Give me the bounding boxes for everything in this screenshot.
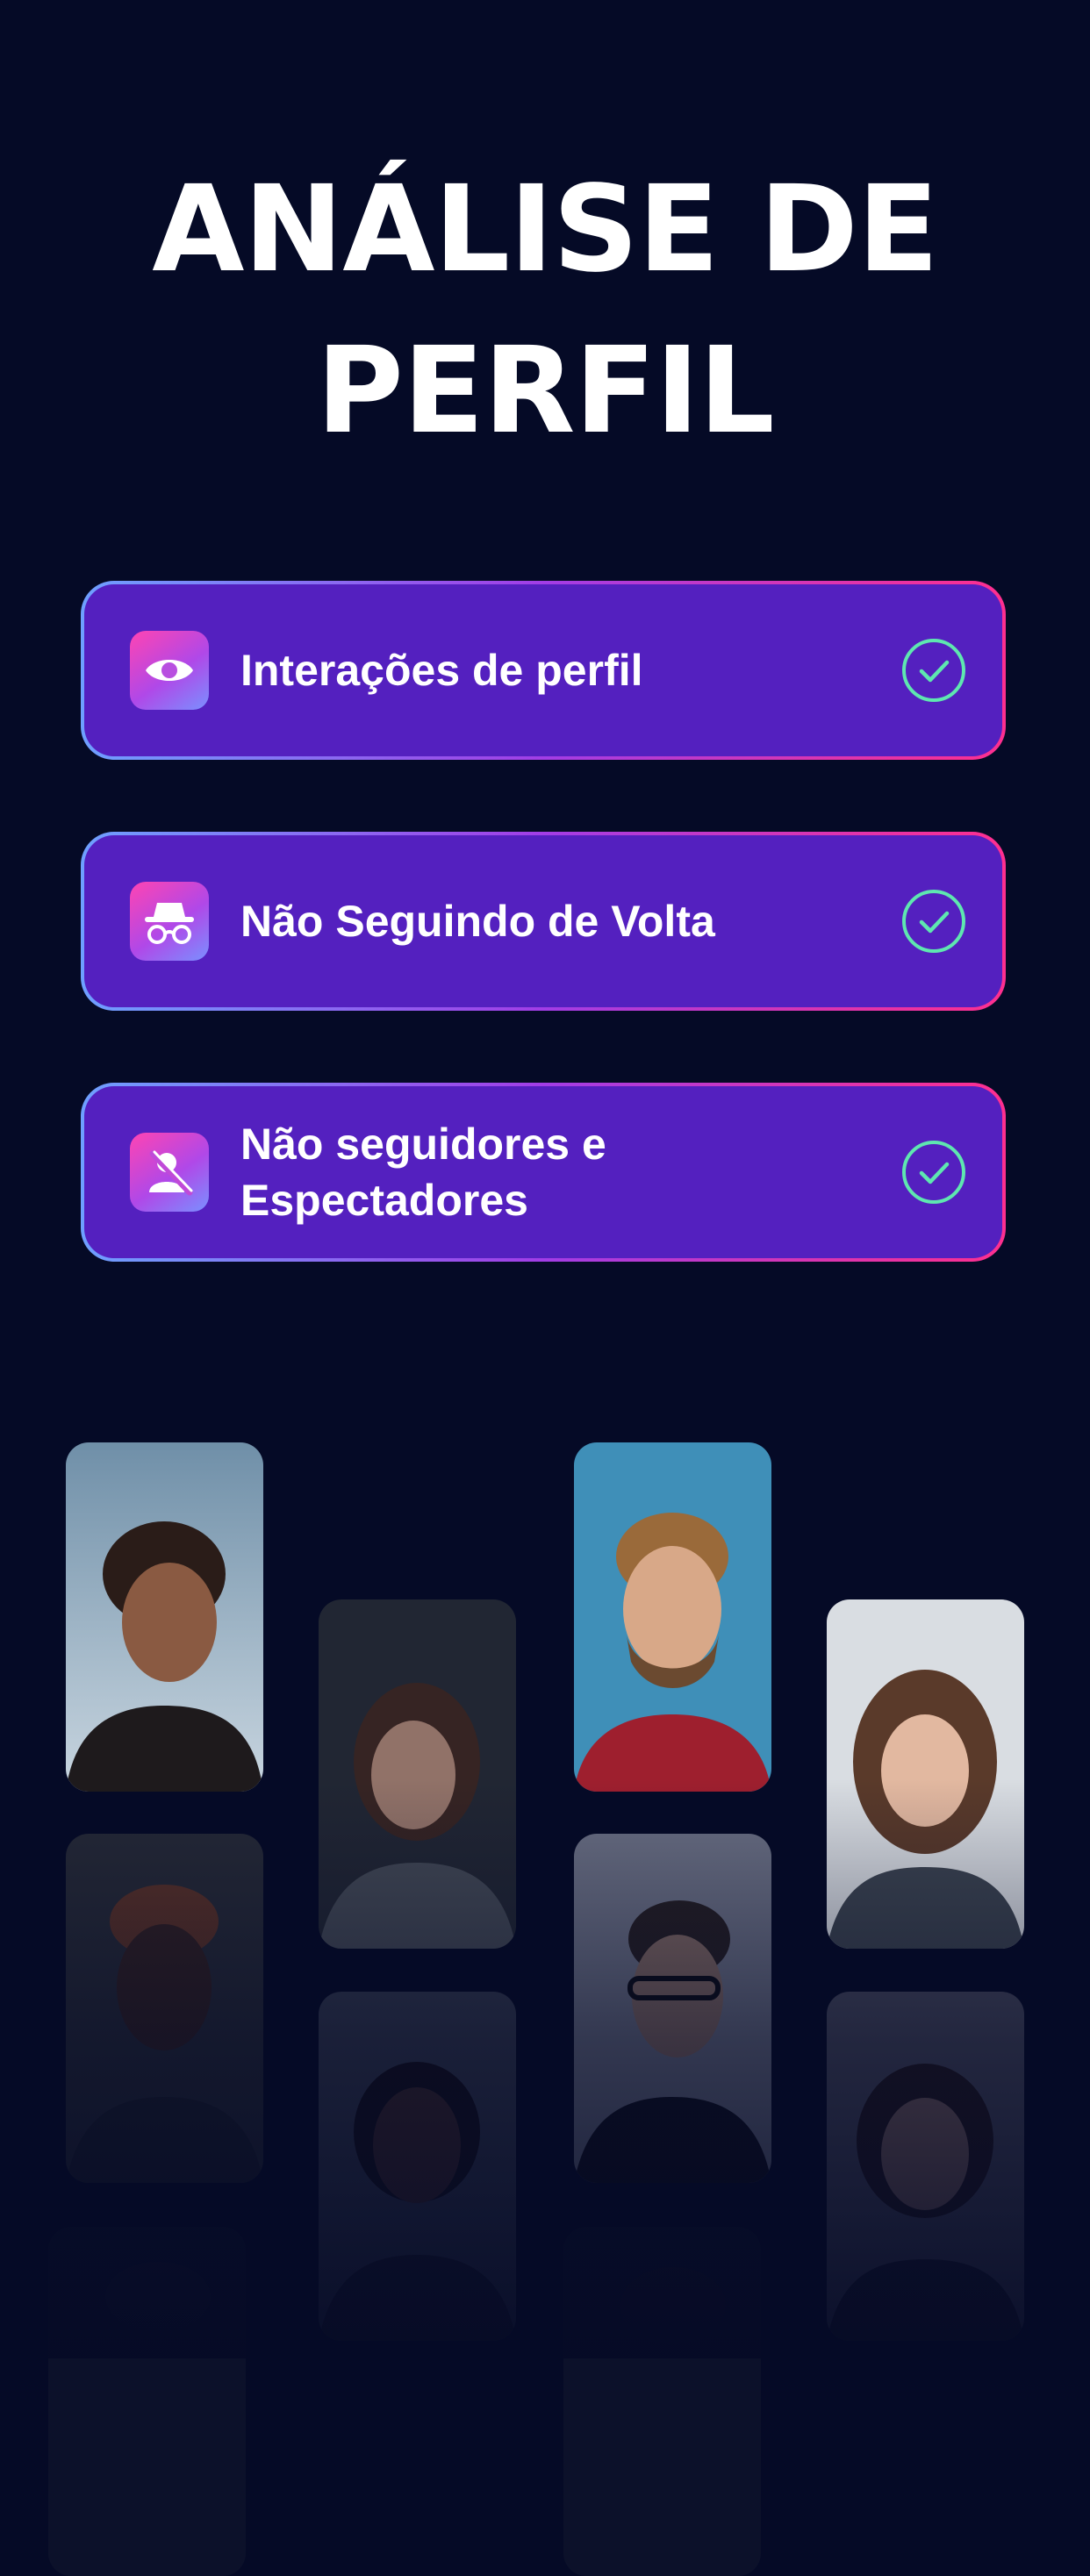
check-circle-icon <box>902 639 965 702</box>
profile-photo <box>319 1992 516 2341</box>
profile-photo <box>827 1992 1024 2341</box>
page-title: ANÁLISE DE PERFIL <box>0 149 1090 472</box>
feature-label: Interações de perfil <box>240 646 643 695</box>
incognito-icon <box>130 882 209 961</box>
feature-label: Não Seguindo de Volta <box>240 897 715 946</box>
profile-photo <box>319 1599 516 1949</box>
feature-card-not-following-back[interactable]: Não Seguindo de Volta <box>81 832 1006 1011</box>
profile-photo <box>827 1599 1024 1949</box>
profile-photo <box>66 1442 263 1792</box>
unfollow-user-icon <box>130 1133 209 1212</box>
check-circle-icon <box>902 1141 965 1204</box>
profile-photo <box>66 1834 263 2183</box>
profile-photo <box>563 2227 761 2576</box>
title-line-2: PERFIL <box>316 322 774 461</box>
profile-photo <box>48 2227 246 2576</box>
check-circle-icon <box>902 890 965 953</box>
profile-photo <box>574 1442 771 1792</box>
feature-card-non-followers-viewers[interactable]: Não seguidores e Espectadores <box>81 1083 1006 1262</box>
title-line-1: ANÁLISE DE <box>152 161 939 299</box>
feature-card-profile-interactions[interactable]: Interações de perfil <box>81 581 1006 760</box>
feature-label: Não seguidores e Espectadores <box>240 1120 606 1225</box>
eye-icon <box>130 631 209 710</box>
profile-photo <box>574 1834 771 2183</box>
